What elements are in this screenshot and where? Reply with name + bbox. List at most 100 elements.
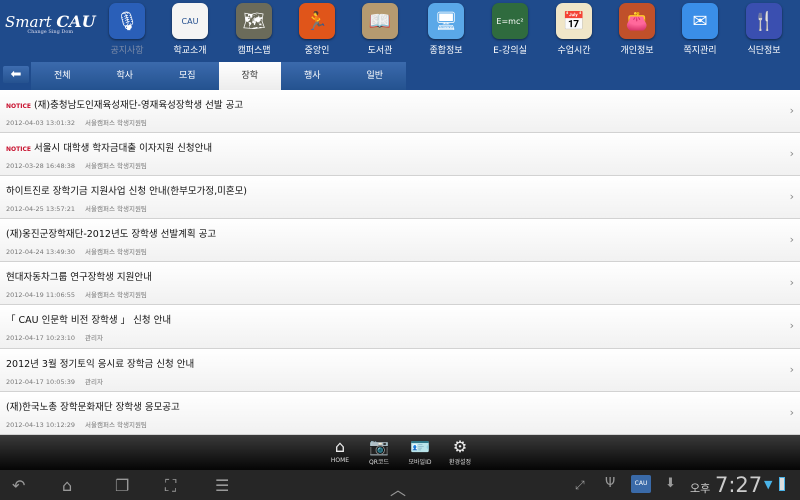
calendar-icon: 📅 — [556, 3, 592, 39]
screenshot-icon[interactable]: ⛶ — [165, 476, 176, 496]
list-item[interactable]: (재)한국노총 장학문화재단 장학생 응모공고 2012-04-13 10:12… — [0, 391, 800, 435]
list-item[interactable]: 하이트진로 장학기금 지원사업 신청 안내(한부모가정,미혼모) 2012-04… — [0, 176, 800, 220]
back-nav-icon[interactable]: ↶ — [12, 476, 25, 495]
app-label: 수업시간 — [557, 46, 591, 56]
item-author: 서울캠퍼스 학생지원팀 — [85, 291, 147, 300]
tab-1[interactable]: 학사 — [94, 62, 157, 90]
recent-apps-icon[interactable]: ❐ — [115, 476, 129, 495]
item-date: 2012-04-13 10:12:29 — [6, 420, 76, 429]
item-date: 2012-03-28 16:48:38 — [6, 162, 76, 171]
app-label: 공지사항 — [110, 46, 144, 56]
tab-4[interactable]: 행사 — [281, 62, 344, 90]
list-item[interactable]: 2012년 3월 정기토익 응시료 장학금 신청 안내 2012-04-17 1… — [0, 348, 800, 392]
chevron-right-icon: › — [789, 233, 794, 247]
camera-icon: 📷 — [369, 437, 389, 456]
app-calendar[interactable]: 📅 수업시간 — [544, 3, 604, 56]
home-button[interactable]: ⌂ HOME — [322, 437, 358, 464]
ampm: 오후 — [690, 482, 711, 495]
app-label: 쪽지관리 — [683, 46, 717, 56]
app-monitor-folder[interactable]: 🖥 종합정보 — [416, 3, 476, 56]
app-wallet[interactable]: 👛 개인정보 — [607, 3, 667, 56]
bottom-app-bar: ⌂ HOME 📷 QR코드 🪪 모바일ID ⚙ 환경설정 — [0, 435, 800, 470]
item-title-text: (재)옹진군장학재단-2012년도 장학생 선발계획 공고 — [6, 229, 217, 241]
item-title: NOTICE (재)충청남도인재육성재단-영재육성장학생 선발 공고 — [6, 97, 800, 111]
tab-3[interactable]: 장학 — [218, 62, 281, 90]
gear-icon: ⚙ — [452, 437, 468, 456]
appbar-label: QR코드 — [369, 459, 389, 466]
list-item[interactable]: NOTICE 서울시 대학생 학자금대출 이자지원 신청안내 2012-03-28… — [0, 133, 800, 177]
list-item[interactable]: NOTICE (재)충청남도인재육성재단-영재육성장학생 선발 공고 2012-0… — [0, 90, 800, 134]
tab-0[interactable]: 전체 — [31, 62, 94, 90]
item-title: 「 CAU 인문학 비전 장학생 」 신청 안내 — [6, 312, 800, 326]
item-title: (재)옹진군장학재단-2012년도 장학생 선발계획 공고 — [6, 226, 800, 240]
app-person-running[interactable]: 🏃 중앙인 — [287, 3, 347, 56]
item-author: 서울캠퍼스 학생지원팀 — [85, 119, 147, 127]
list-item[interactable]: 현대자동차그룹 연구장학생 지원안내 2012-04-19 11:06:55 서울… — [0, 262, 800, 306]
notice-list: NOTICE (재)충청남도인재육성재단-영재육성장학생 선발 공고 2012-0… — [0, 90, 800, 435]
item-date: 2012-04-19 11:06:55 — [6, 291, 76, 300]
app-book[interactable]: 📖 도서관 — [350, 3, 410, 56]
chevron-right-icon: › — [789, 405, 794, 419]
appbar-label: 모바일ID — [408, 459, 432, 466]
item-title-text: (재)한국노총 장학문화재단 장학생 응모공고 — [6, 401, 180, 413]
smart-cau-logo: Smart CAU Change Sing Dom — [5, 12, 96, 35]
chevron-right-icon: › — [789, 190, 794, 204]
cau-logo-icon: CAU — [172, 3, 208, 39]
envelope-icon: ✉ — [682, 3, 718, 39]
monitor-folder-icon: 🖥 — [428, 3, 464, 39]
fork-spoon-icon: 🍴 — [746, 3, 782, 39]
item-title-text: 2012년 3월 정기토익 응시료 장학금 신청 안내 — [6, 358, 195, 370]
item-title: 하이트진로 장학기금 지원사업 신청 안내(한부모가정,미혼모) — [6, 183, 800, 197]
battery-icon — [779, 477, 785, 491]
home-nav-icon[interactable]: ⌂ — [62, 476, 72, 495]
item-title-text: 서울시 대학생 학자금대출 이자지원 신청안내 — [33, 143, 213, 155]
item-date: 2012-04-03 13:01:32 — [6, 119, 76, 127]
app-envelope[interactable]: ✉ 쪽지관리 — [670, 3, 730, 56]
category-tabs: 전체 학사 모집 장학 행사 일반 — [31, 62, 406, 90]
app-label: E-강의실 — [493, 46, 527, 56]
back-button[interactable]: ⬅ — [3, 66, 29, 83]
app-chalkboard[interactable]: E=mc² E-강의실 — [480, 3, 540, 56]
appbar-label: HOME — [330, 457, 350, 464]
map-icon: 🗺 — [236, 3, 272, 39]
system-bar: ↶ ⌂ ❐ ⛶ ☰ ︿ ⤢ Ψ CAU ⬇ 오후 7:27 ▼ — [0, 470, 800, 500]
app-label: 캠퍼스맵 — [237, 46, 271, 56]
app-cau-logo[interactable]: CAU 학교소개 — [160, 3, 220, 56]
chevron-right-icon: › — [789, 276, 794, 290]
item-title-text: (재)충청남도인재육성재단-영재육성장학생 선발 공고 — [33, 100, 244, 111]
chevron-right-icon: › — [789, 362, 794, 376]
list-item[interactable]: 「 CAU 인문학 비전 장학생 」 신청 안내 2012-04-17 10:2… — [0, 305, 800, 349]
tab-5[interactable]: 일반 — [344, 62, 407, 90]
notice-badge: NOTICE — [6, 103, 31, 110]
list-item[interactable]: (재)옹진군장학재단-2012년도 장학생 선발계획 공고 2012-04-24… — [0, 219, 800, 263]
item-author: 관리자 — [85, 377, 103, 386]
item-author: 서울캠퍼스 학생지원팀 — [85, 205, 147, 214]
clock: 7:27 — [715, 473, 763, 497]
item-title-text: 「 CAU 인문학 비전 장학생 」 신청 안내 — [6, 315, 172, 327]
item-title-text: 현대자동차그룹 연구장학생 지원안내 — [6, 272, 152, 284]
book-icon: 📖 — [362, 3, 398, 39]
cau-notification-icon[interactable]: CAU — [631, 475, 651, 493]
id-card-icon: 🪪 — [410, 437, 430, 456]
tab-2[interactable]: 모집 — [156, 62, 219, 90]
app-label: 식단정보 — [747, 46, 781, 56]
menu-icon[interactable]: ☰ — [215, 476, 229, 495]
chevron-right-icon: › — [789, 319, 794, 333]
app-label: 도서관 — [367, 46, 393, 56]
app-microphone[interactable]: 🎙 공지사항 — [97, 3, 157, 56]
appbar-button-1[interactable]: 📷 QR코드 — [361, 437, 397, 466]
item-title-text: 하이트진로 장학기금 지원사업 신청 안내(한부모가정,미혼모) — [6, 186, 248, 198]
app-fork-spoon[interactable]: 🍴 식단정보 — [734, 3, 794, 56]
chevron-up-icon[interactable]: ︿ — [390, 476, 406, 500]
item-title: 현대자동차그룹 연구장학생 지원안내 — [6, 269, 800, 283]
expand-icon[interactable]: ⤢ — [575, 478, 585, 493]
appbar-button-3[interactable]: ⚙ 환경설정 — [442, 437, 478, 466]
download-icon[interactable]: ⬇ — [665, 476, 676, 491]
header: Smart CAU Change Sing Dom 🎙 공지사항 CAU 학교소개 🗺 캠퍼… — [0, 0, 800, 90]
notice-badge: NOTICE — [6, 146, 31, 154]
app-label: 중앙인 — [304, 46, 330, 56]
chevron-right-icon: › — [789, 104, 794, 117]
appbar-button-2[interactable]: 🪪 모바일ID — [402, 437, 438, 466]
app-map[interactable]: 🗺 캠퍼스맵 — [224, 3, 284, 56]
appbar-label: 환경설정 — [448, 459, 472, 466]
